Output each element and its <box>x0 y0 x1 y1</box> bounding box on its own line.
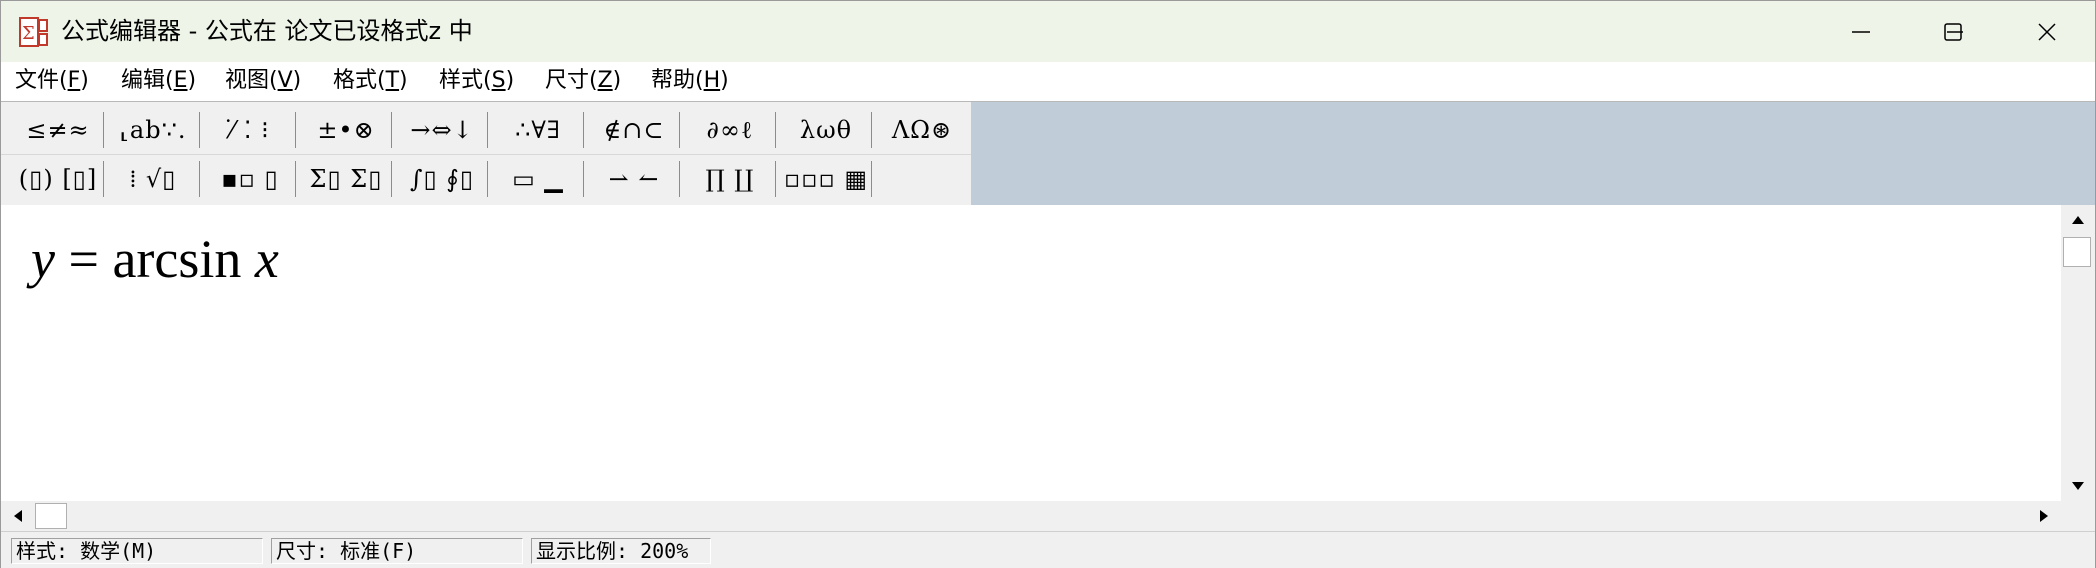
status-style: 样式: 数学(M) <box>11 538 263 564</box>
template-palette-row: (▯) [▯] ⁞ √▯ ▪▫ ▯ Σ▯ Σ▯ ∫▯ ∮▯ ▭ ▁ ⇀ ↼ ∏ … <box>1 154 971 203</box>
embellishments-palette-button[interactable]: ⁄̇ ⁚ ⁝ <box>207 110 293 150</box>
formula[interactable]: y = arcsin x <box>31 229 279 289</box>
separator <box>295 112 296 148</box>
matrix-template-button[interactable]: ▫▫▫ ▦ <box>783 159 869 199</box>
menu-view[interactable]: 视图(V) <box>225 66 301 96</box>
separator <box>103 112 104 148</box>
menu-format[interactable]: 格式(T) <box>333 66 408 96</box>
separator <box>775 112 776 148</box>
symbol-palette-row: ≤≠≈ ⸤ab∵. ⁄̇ ⁚ ⁝ ±•⊗ →⇔↓ ∴∀∃ ∉∩⊂ ∂∞ℓ λωθ… <box>1 106 971 154</box>
fences-template-button[interactable]: (▯) [▯] <box>15 159 101 199</box>
close-icon <box>2038 22 2056 41</box>
scroll-left-button[interactable] <box>1 501 35 531</box>
vertical-scrollbar[interactable] <box>2061 205 2095 501</box>
greek-lower-palette-button[interactable]: λωθ <box>783 110 869 150</box>
arrow-up-icon <box>2072 216 2084 224</box>
separator <box>583 161 584 197</box>
scroll-right-button[interactable] <box>2027 501 2061 531</box>
equation-editor-window: Σ 公式编辑器 - 公式在 论文已设格式z 中 文件(F) 编辑(E) 视图(V… <box>0 0 2096 568</box>
formula-variable: y <box>31 229 55 289</box>
status-size: 尺寸: 标准(F) <box>271 538 523 564</box>
separator <box>295 161 296 197</box>
menu-help[interactable]: 帮助(H) <box>651 66 729 96</box>
formula-equals: = <box>54 229 113 289</box>
svg-text:Σ: Σ <box>22 23 35 44</box>
bars-template-button[interactable]: ▭ ▁ <box>495 159 581 199</box>
maximize-button[interactable] <box>1907 1 1999 62</box>
misc-symbols-palette-button[interactable]: ∂∞ℓ <box>687 110 773 150</box>
scrollbar-corner <box>2061 501 2095 531</box>
separator <box>103 161 104 197</box>
integral-template-button[interactable]: ∫▯ ∮▯ <box>399 159 485 199</box>
arrow-down-icon <box>2072 482 2084 490</box>
arrow-left-icon <box>14 510 22 522</box>
menu-file[interactable]: 文件(F) <box>15 66 89 96</box>
formula-function: arcsin <box>112 229 255 289</box>
fractions-template-button[interactable]: ⁞ √▯ <box>111 159 195 199</box>
spaces-palette-button[interactable]: ⸤ab∵. <box>111 110 195 150</box>
separator <box>391 161 392 197</box>
minimize-icon <box>1852 30 1870 33</box>
window-title: 公式编辑器 - 公式在 论文已设格式z 中 <box>61 17 473 45</box>
menu-style[interactable]: 样式(S) <box>439 66 514 96</box>
maximize-icon <box>1944 22 1962 41</box>
status-zoom: 显示比例: 200% <box>531 538 711 564</box>
separator <box>199 161 200 197</box>
separator <box>487 161 488 197</box>
logic-palette-button[interactable]: ∴∀∃ <box>495 110 581 150</box>
menu-size[interactable]: 尺寸(Z) <box>545 66 621 96</box>
formula-argument: x <box>254 229 279 289</box>
summation-template-button[interactable]: Σ▯ Σ▯ <box>303 159 389 199</box>
products-template-button[interactable]: ∏ ∐ <box>687 159 773 199</box>
scripts-template-button[interactable]: ▪▫ ▯ <box>207 159 293 199</box>
menu-edit[interactable]: 编辑(E) <box>121 66 196 96</box>
separator <box>391 112 392 148</box>
close-button[interactable] <box>2001 1 2093 62</box>
separator <box>775 161 776 197</box>
scroll-down-button[interactable] <box>2061 471 2095 501</box>
formula-editing-area[interactable]: y = arcsin x <box>1 205 2061 501</box>
scroll-up-button[interactable] <box>2061 205 2095 235</box>
arrow-right-icon <box>2040 510 2048 522</box>
separator <box>679 112 680 148</box>
min-button[interactable] <box>1815 1 1907 62</box>
set-theory-palette-button[interactable]: ∉∩⊂ <box>591 110 677 150</box>
toolbar-area: ≤≠≈ ⸤ab∵. ⁄̇ ⁚ ⁝ ±•⊗ →⇔↓ ∴∀∃ ∉∩⊂ ∂∞ℓ λωθ… <box>1 101 2095 206</box>
arrows-palette-button[interactable]: →⇔↓ <box>399 110 485 150</box>
separator <box>199 112 200 148</box>
menu-bar: 文件(F) 编辑(E) 视图(V) 格式(T) 样式(S) 尺寸(Z) 帮助(H… <box>1 62 2095 101</box>
separator <box>679 161 680 197</box>
palette-toolbar: ≤≠≈ ⸤ab∵. ⁄̇ ⁚ ⁝ ±•⊗ →⇔↓ ∴∀∃ ∉∩⊂ ∂∞ℓ λωθ… <box>1 102 971 206</box>
operators-palette-button[interactable]: ±•⊗ <box>303 110 389 150</box>
status-bar: 样式: 数学(M) 尺寸: 标准(F) 显示比例: 200% <box>1 531 2095 568</box>
title-bar[interactable]: Σ 公式编辑器 - 公式在 论文已设格式z 中 <box>1 1 2095 62</box>
sigma-app-icon: Σ <box>19 17 48 47</box>
separator <box>871 112 872 148</box>
relations-palette-button[interactable]: ≤≠≈ <box>15 110 101 150</box>
labeled-arrows-template-button[interactable]: ⇀ ↼ <box>591 159 677 199</box>
separator <box>487 112 488 148</box>
separator <box>583 112 584 148</box>
vertical-scroll-thumb[interactable] <box>2063 237 2091 267</box>
horizontal-scrollbar[interactable] <box>1 501 2061 531</box>
greek-upper-palette-button[interactable]: ΛΩ⊛ <box>879 110 965 150</box>
separator <box>871 161 872 197</box>
horizontal-scroll-thumb[interactable] <box>35 503 67 529</box>
